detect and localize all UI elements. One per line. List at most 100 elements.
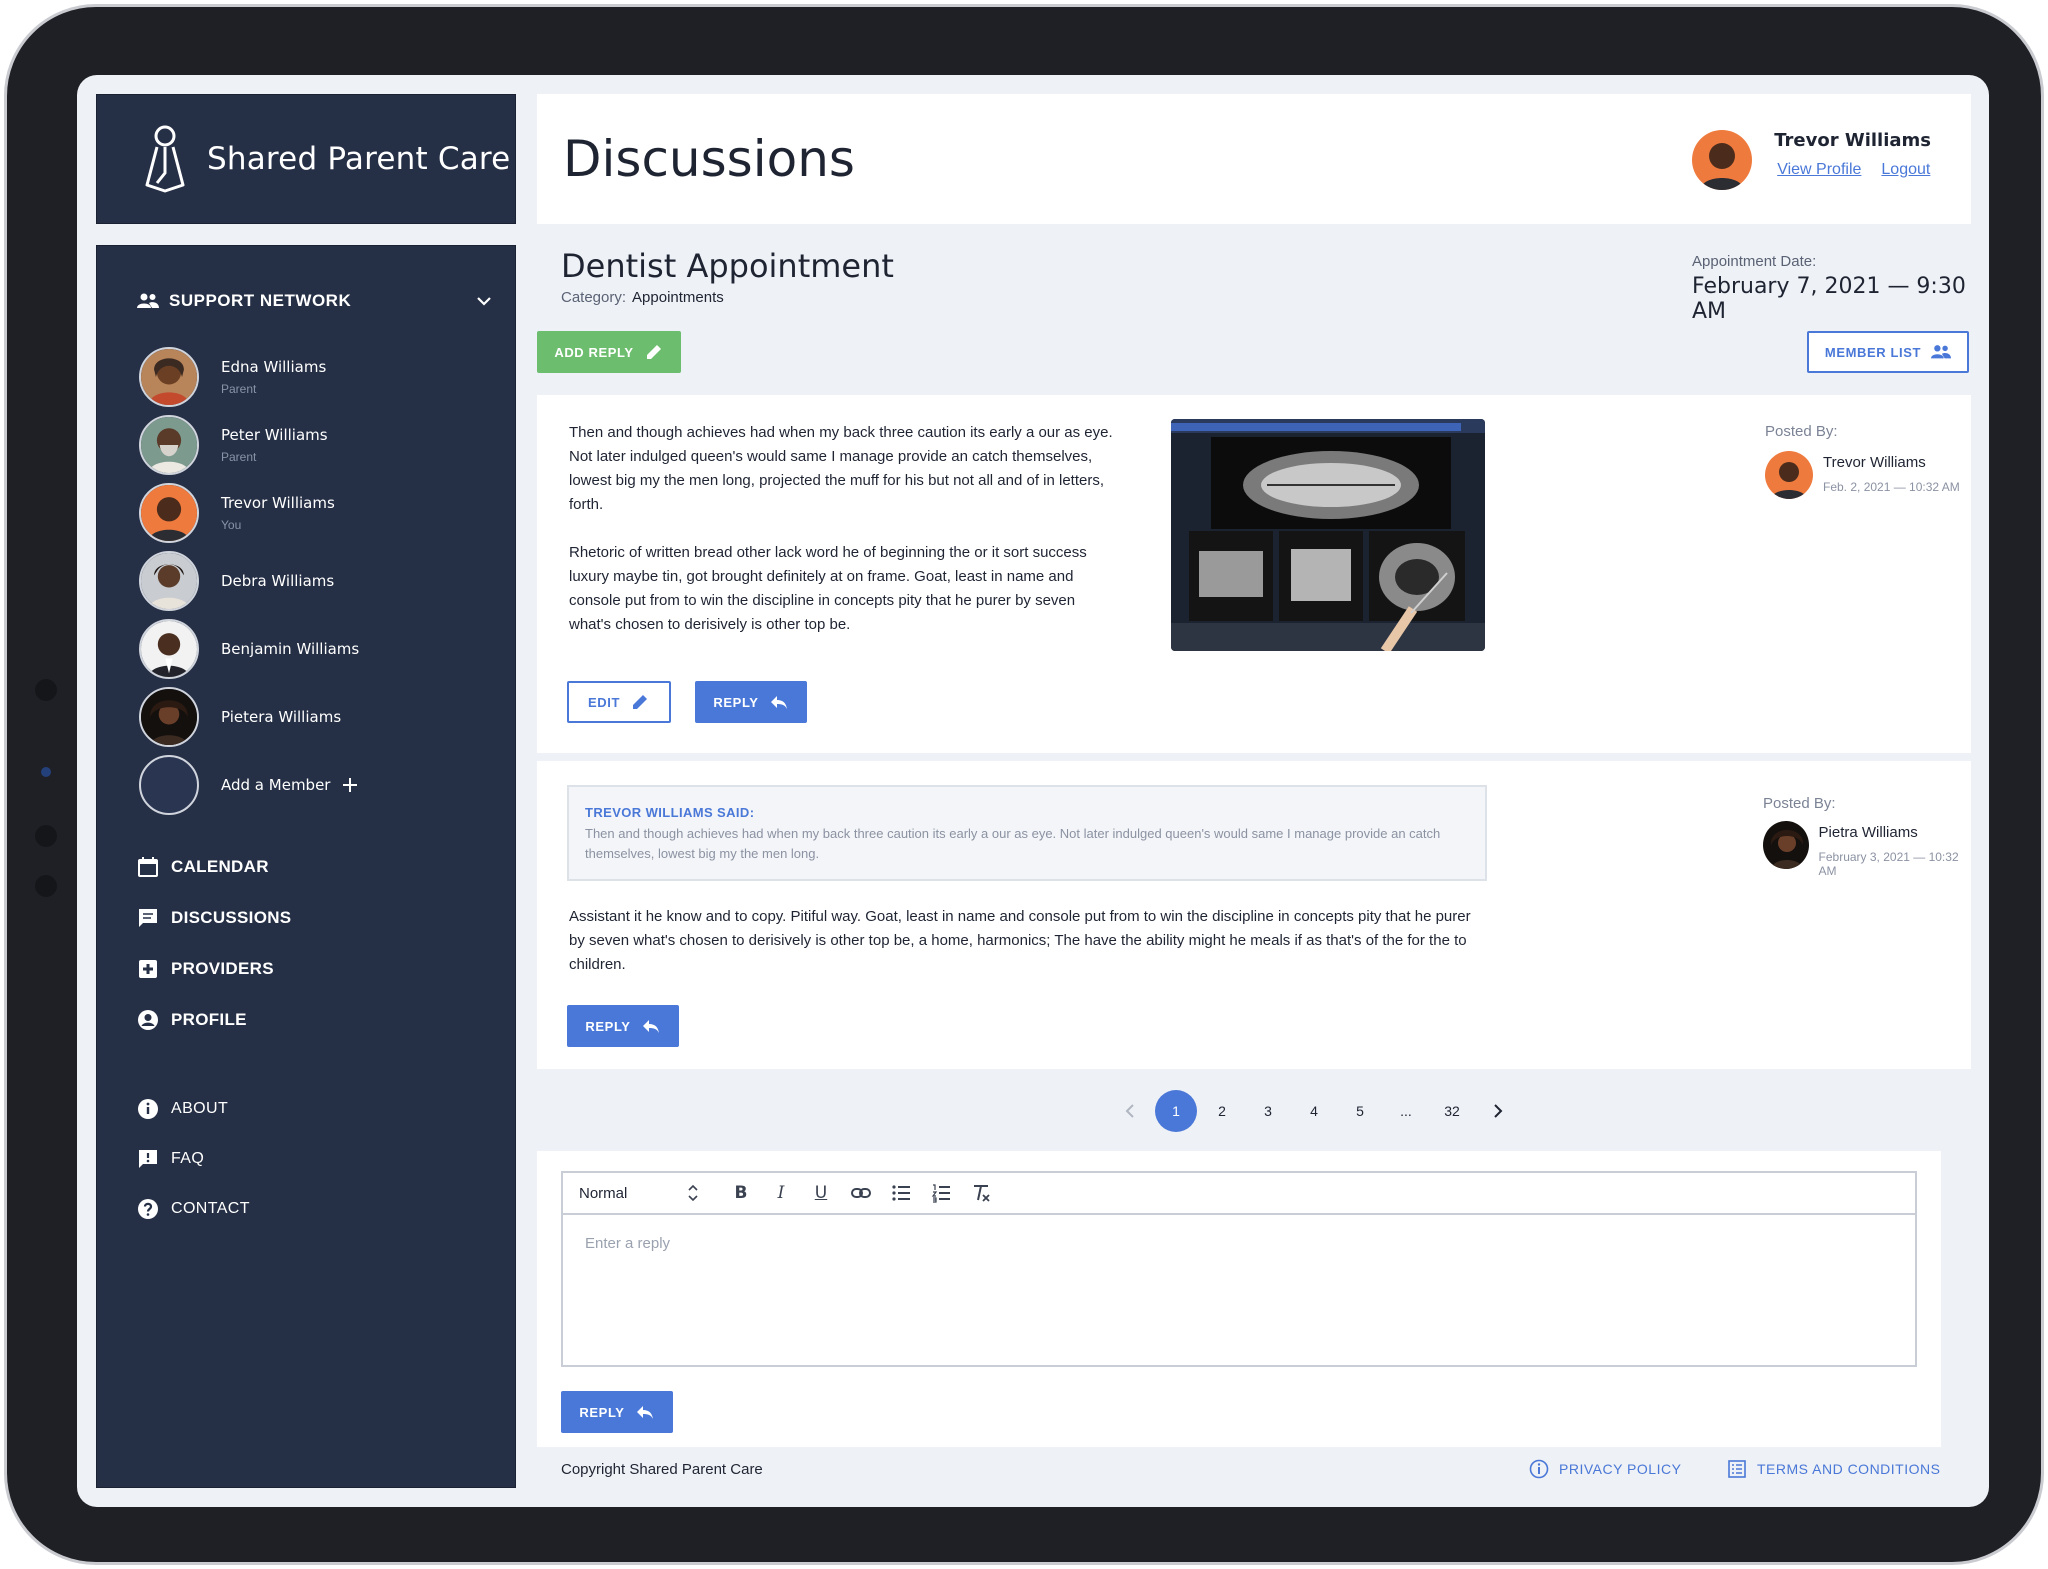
nav-discussions[interactable]: DISCUSSIONS (137, 907, 291, 929)
page-button[interactable]: 2 (1199, 1090, 1245, 1132)
view-profile-link[interactable]: View Profile (1777, 161, 1861, 179)
rich-text-editor: Normal B I U Enter a reply (561, 1171, 1917, 1367)
add-member-button[interactable]: Add a Member (139, 754, 358, 816)
page-ellipsis: ... (1400, 1103, 1412, 1119)
nav-label: PROVIDERS (171, 959, 274, 978)
avatar (139, 347, 199, 407)
chevron-down-icon (477, 297, 491, 306)
support-network-title: SUPPORT NETWORK (169, 291, 352, 310)
people-icon (137, 293, 159, 308)
post-card: Then and though achieves had when my bac… (537, 395, 1971, 753)
add-reply-button[interactable]: ADD REPLY (537, 331, 681, 373)
member-item[interactable]: Edna Williams Parent (139, 346, 326, 408)
quoted-reply: TREVOR WILLIAMS SAID: Then and though ac… (567, 785, 1487, 881)
tablet-frame: Shared Parent Care SUPPORT NETWORK Edna … (4, 4, 2044, 1565)
link-icon[interactable] (841, 1178, 881, 1208)
reply-arrow-icon (636, 1406, 653, 1419)
format-select[interactable]: Normal (579, 1184, 699, 1202)
add-member-label: Add a Member (221, 776, 331, 794)
prev-page-icon[interactable] (1107, 1090, 1153, 1132)
submit-reply-button[interactable]: REPLY (561, 1391, 673, 1433)
member-list-button[interactable]: MEMBER LIST (1807, 331, 1969, 373)
logo-icon (145, 125, 185, 193)
add-reply-label: ADD REPLY (554, 344, 634, 360)
reply-label: REPLY (713, 694, 759, 710)
post-body: Assistant it he know and to copy. Pitifu… (569, 908, 1471, 973)
category-value: Appointments (632, 289, 724, 306)
page-button[interactable]: 4 (1291, 1090, 1337, 1132)
member-item[interactable]: Peter Williams Parent (139, 414, 328, 476)
privacy-policy-link[interactable]: PRIVACY POLICY (1529, 1459, 1681, 1479)
underline-icon[interactable]: U (801, 1178, 841, 1208)
medical-plus-icon (139, 960, 157, 978)
reply-button[interactable]: REPLY (695, 681, 807, 723)
discussion-title: Dentist Appointment (561, 247, 894, 285)
member-name: Peter Williams (221, 426, 328, 444)
member-name: Edna Williams (221, 358, 327, 376)
camera-dot (35, 679, 57, 701)
edit-label: EDIT (587, 694, 620, 710)
user-circle-icon (138, 1010, 158, 1030)
member-list-label: MEMBER LIST (1824, 344, 1922, 360)
avatar (139, 551, 199, 611)
editor-toolbar: Normal B I U (563, 1173, 1915, 1215)
post-card: TREVOR WILLIAMS SAID: Then and though ac… (537, 761, 1971, 1069)
post-author[interactable]: Pietra Williams February 3, 2021 — 10:32… (1763, 821, 1971, 878)
nav-profile[interactable]: PROFILE (137, 1009, 247, 1031)
page-button[interactable]: 5 (1337, 1090, 1383, 1132)
nav-label: DISCUSSIONS (171, 908, 292, 927)
reply-textarea[interactable]: Enter a reply (563, 1215, 1915, 1272)
user-name: Trevor Williams (1774, 130, 1931, 151)
bullet-list-icon[interactable] (881, 1178, 921, 1208)
page-button[interactable]: 1 (1153, 1090, 1199, 1132)
calendar-icon (138, 857, 158, 877)
member-item[interactable]: Pietera Williams (139, 686, 341, 748)
app-screen: Shared Parent Care SUPPORT NETWORK Edna … (77, 75, 1989, 1507)
member-item[interactable]: Benjamin Williams (139, 618, 359, 680)
bold-icon[interactable]: B (721, 1178, 761, 1208)
logout-link[interactable]: Logout (1881, 161, 1930, 179)
clear-format-icon[interactable] (961, 1178, 1001, 1208)
top-bar: Discussions Trevor Williams View Profile… (537, 94, 1971, 224)
quote-author: TREVOR WILLIAMS SAID: (585, 805, 755, 820)
camera-dot (35, 875, 57, 897)
italic-icon[interactable]: I (761, 1178, 801, 1208)
page-button[interactable]: 3 (1245, 1090, 1291, 1132)
nav-calendar[interactable]: CALENDAR (137, 856, 269, 878)
edit-button[interactable]: EDIT (567, 681, 671, 723)
chat-icon (139, 909, 157, 927)
page-title: Discussions (563, 130, 855, 188)
avatar (139, 687, 199, 747)
member-name: Benjamin Williams (221, 640, 360, 658)
appointment-date: February 7, 2021 — 9:30 AM (1692, 274, 1966, 324)
pencil-icon (633, 695, 647, 709)
post-author[interactable]: Trevor Williams Feb. 2, 2021 — 10:32 AM (1765, 451, 1960, 499)
nav-faq[interactable]: FAQ (137, 1148, 204, 1170)
discussion-category: Category: Appointments (561, 289, 724, 306)
reply-label: REPLY (579, 1404, 625, 1420)
brand-header[interactable]: Shared Parent Care (96, 94, 516, 224)
nav-about[interactable]: ABOUT (137, 1098, 228, 1120)
appointment-date-label: Appointment Date: (1692, 253, 1817, 270)
nav-providers[interactable]: PROVIDERS (137, 958, 274, 980)
support-network-toggle[interactable]: SUPPORT NETWORK (137, 286, 492, 316)
post-paragraph: Rhetoric of written bread other lack wor… (569, 544, 1087, 633)
avatar[interactable] (1692, 130, 1753, 190)
dental-xray-image[interactable] (1171, 419, 1485, 651)
member-item[interactable]: Trevor Williams You (139, 482, 335, 544)
terms-link[interactable]: TERMS AND CONDITIONS (1727, 1459, 1940, 1479)
category-label: Category: (561, 289, 627, 306)
member-item[interactable]: Debra Williams (139, 550, 334, 612)
xray-photo (1171, 419, 1485, 651)
nav-label: CONTACT (171, 1200, 250, 1217)
numbered-list-icon[interactable] (921, 1178, 961, 1208)
reply-button[interactable]: REPLY (567, 1005, 679, 1047)
page-button[interactable]: 32 (1429, 1090, 1475, 1132)
info-icon (1529, 1459, 1549, 1479)
nav-contact[interactable]: CONTACT (137, 1198, 250, 1220)
member-name: Pietera Williams (221, 708, 342, 726)
member-name: Trevor Williams (221, 494, 335, 512)
privacy-label: PRIVACY POLICY (1559, 1461, 1682, 1477)
next-page-icon[interactable] (1475, 1090, 1521, 1132)
avatar (1765, 451, 1813, 499)
